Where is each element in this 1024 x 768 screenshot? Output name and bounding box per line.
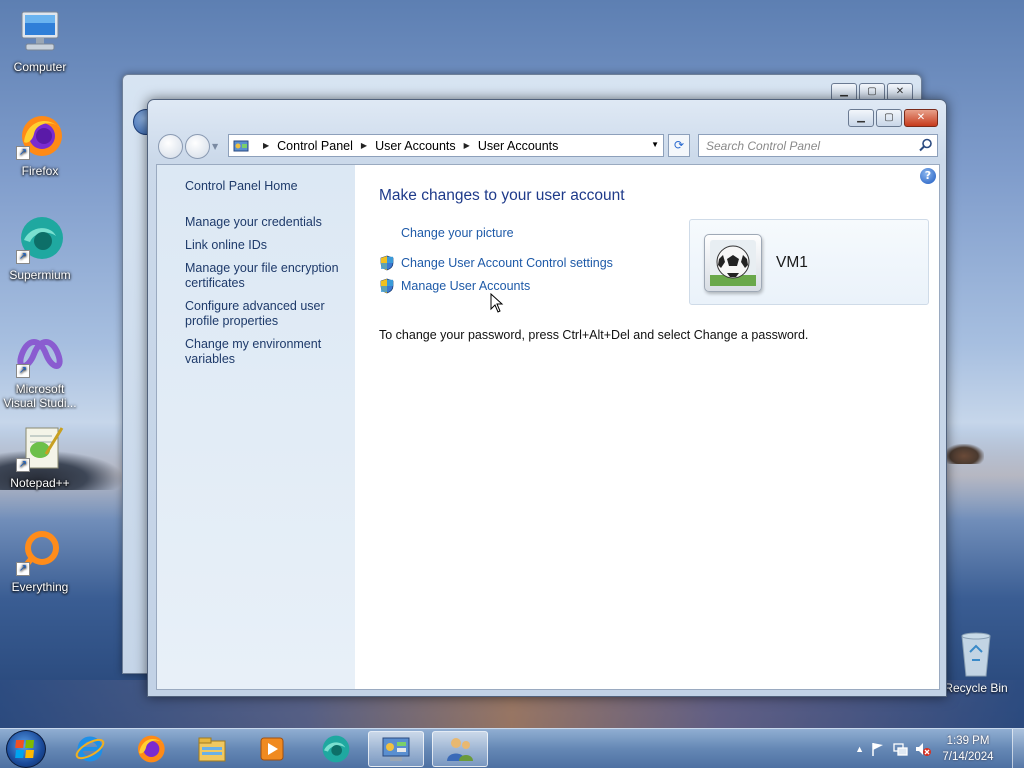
task-uac-settings[interactable]: Change User Account Control settings	[379, 255, 613, 271]
address-bar[interactable]: ▶ Control Panel ▶ User Accounts ▶ User A…	[228, 134, 664, 157]
shortcut-arrow-icon: ↗	[16, 364, 30, 378]
minimize-button[interactable]: ▁	[848, 109, 874, 127]
navigation-bar: ▼ ▶ Control Panel ▶ User Accounts ▶ User…	[158, 133, 938, 159]
search-placeholder: Search Control Panel	[706, 138, 821, 153]
system-tray: ▲ 1:39 PM 7/14/2024	[855, 729, 1016, 768]
control-panel-window: ▁ ▢ ✕ ▼ ▶ Control Panel ▶ User Accounts …	[147, 99, 947, 697]
forward-button[interactable]	[185, 133, 210, 159]
clock-time: 1:39 PM	[946, 735, 990, 747]
show-desktop-button[interactable]	[1012, 729, 1024, 768]
task-change-picture[interactable]: Change your picture	[379, 226, 514, 240]
uac-shield-icon	[380, 278, 394, 294]
media-player-icon	[260, 737, 284, 761]
control-panel-icon	[382, 737, 410, 761]
network-icon[interactable]	[892, 741, 908, 757]
link-manage-credentials[interactable]: Manage your credentials	[185, 215, 345, 230]
desktop-icon-computer[interactable]: Computer	[0, 8, 80, 74]
windows-logo-icon	[15, 740, 35, 758]
search-icon[interactable]	[919, 138, 933, 152]
clock-date: 7/14/2024	[942, 751, 994, 763]
desktop-icon-label: Firefox	[21, 164, 59, 178]
task-pane: Control Panel Home Manage your credentia…	[157, 165, 355, 689]
user-accounts-icon	[447, 738, 473, 761]
help-icon[interactable]: ?	[920, 168, 936, 184]
breadcrumb-separator-icon: ▶	[263, 141, 270, 150]
desktop-icon-label: Recycle Bin	[944, 681, 1008, 695]
taskbar-file-explorer[interactable]	[184, 731, 240, 767]
taskbar-media-player[interactable]	[244, 731, 300, 767]
content-area: Control Panel Home Manage your credentia…	[156, 164, 940, 690]
taskbar-supermium[interactable]	[308, 731, 364, 767]
computer-icon	[16, 8, 64, 56]
link-file-encryption-certificates[interactable]: Manage your file encryption certificates	[185, 261, 345, 291]
task-label[interactable]: Change User Account Control settings	[401, 256, 613, 270]
internet-explorer-icon	[75, 736, 105, 762]
breadcrumb-separator-icon[interactable]: ▶	[361, 141, 367, 150]
link-control-panel-home[interactable]: Control Panel Home	[185, 179, 345, 194]
desktop-icon-supermium[interactable]: ↗ Supermium	[0, 216, 80, 282]
desktop-icon-notepadpp[interactable]: ↗ Notepad++	[0, 424, 80, 490]
page-title: Make changes to your user account	[379, 187, 625, 204]
firefox-icon: ↗	[16, 112, 64, 160]
user-account-tile: VM1	[689, 219, 929, 305]
desktop-icon-label: Supermium	[9, 268, 71, 282]
taskbar-control-panel[interactable]	[368, 731, 424, 767]
shortcut-arrow-icon: ↗	[16, 146, 30, 160]
task-label[interactable]: Change your picture	[401, 226, 514, 240]
file-explorer-icon	[198, 737, 226, 762]
taskbar-firefox[interactable]	[122, 731, 178, 767]
desktop-icon-label: Everything	[11, 580, 69, 594]
breadcrumb-separator-icon[interactable]: ▶	[464, 141, 470, 150]
task-label[interactable]: Manage User Accounts	[401, 279, 530, 293]
show-hidden-icons-button[interactable]: ▲	[855, 744, 864, 754]
desktop-icon-firefox[interactable]: ↗ Firefox	[0, 112, 80, 178]
refresh-button[interactable]: ⟳	[668, 134, 690, 157]
start-button[interactable]	[6, 730, 46, 768]
address-dropdown-icon[interactable]: ▼	[651, 140, 659, 149]
link-environment-variables[interactable]: Change my environment variables	[185, 337, 345, 367]
firefox-icon	[138, 735, 165, 763]
notepadpp-icon: ↗	[16, 424, 64, 472]
clock[interactable]: 1:39 PM 7/14/2024	[938, 733, 998, 765]
avatar[interactable]	[704, 234, 762, 292]
maximize-button[interactable]: ▢	[876, 109, 902, 127]
link-online-ids[interactable]: Link online IDs	[185, 238, 345, 253]
desktop-icon-label: Computer	[13, 60, 67, 74]
supermium-icon	[322, 735, 350, 763]
shortcut-arrow-icon: ↗	[16, 562, 30, 576]
control-panel-icon	[233, 140, 249, 151]
recent-pages-dropdown[interactable]: ▼	[212, 142, 222, 151]
soccer-ball-avatar-icon	[710, 240, 756, 286]
back-button[interactable]	[158, 133, 183, 159]
recycle-bin-icon	[961, 632, 991, 677]
visual-studio-icon: ↗	[16, 330, 64, 378]
taskbar: ▲ 1:39 PM 7/14/2024	[0, 728, 1024, 768]
desktop-icon-label: Notepad++	[10, 476, 70, 490]
close-button[interactable]: ✕	[904, 109, 938, 127]
volume-muted-icon[interactable]	[914, 741, 932, 757]
desktop-icon-label: Microsoft Visual Studi...	[3, 382, 77, 410]
mouse-cursor-icon	[490, 293, 504, 313]
task-manage-user-accounts[interactable]: Manage User Accounts	[379, 278, 530, 294]
user-name: VM1	[776, 254, 808, 271]
action-center-flag-icon[interactable]	[870, 741, 886, 757]
wallpaper-rocks-right	[944, 444, 984, 464]
breadcrumb-current[interactable]: User Accounts	[478, 139, 559, 153]
desktop-icon-everything[interactable]: ↗ Everything	[0, 528, 80, 594]
main-pane: ? Make changes to your user account Chan…	[355, 165, 939, 689]
uac-shield-icon	[380, 255, 394, 271]
everything-search-icon: ↗	[16, 528, 64, 576]
search-input[interactable]: Search Control Panel	[698, 134, 938, 157]
shortcut-arrow-icon: ↗	[16, 458, 30, 472]
breadcrumb-user-accounts[interactable]: User Accounts	[375, 139, 456, 153]
desktop-icon-recycle-bin[interactable]: Recycle Bin	[940, 630, 1012, 695]
password-note: To change your password, press Ctrl+Alt+…	[379, 328, 809, 342]
supermium-icon: ↗	[16, 216, 64, 264]
taskbar-internet-explorer[interactable]	[62, 731, 118, 767]
desktop-icon-visual-studio[interactable]: ↗ Microsoft Visual Studi...	[0, 330, 80, 410]
breadcrumb-control-panel[interactable]: Control Panel	[277, 139, 353, 153]
link-advanced-profile-properties[interactable]: Configure advanced user profile properti…	[185, 299, 345, 329]
taskbar-user-accounts[interactable]	[432, 731, 488, 767]
shortcut-arrow-icon: ↗	[16, 250, 30, 264]
